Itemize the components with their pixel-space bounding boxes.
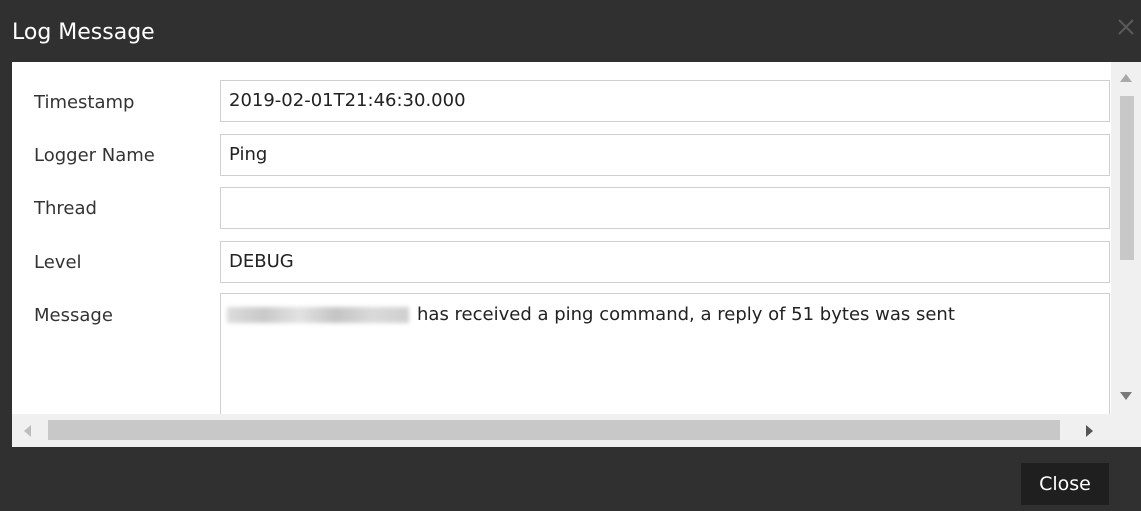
scrollbar-corner bbox=[1111, 414, 1141, 447]
scroll-down-arrow-icon[interactable] bbox=[1120, 392, 1132, 400]
timestamp-field[interactable]: 2019-02-01T21:46:30.000 bbox=[220, 80, 1110, 122]
message-label: Message bbox=[34, 305, 113, 326]
scroll-left-arrow-icon[interactable] bbox=[24, 425, 31, 437]
thread-label: Thread bbox=[34, 198, 97, 219]
redacted-host-name bbox=[227, 307, 409, 323]
logger-name-label: Logger Name bbox=[34, 145, 155, 166]
level-label: Level bbox=[34, 252, 82, 273]
dialog-content: Timestamp 2019-02-01T21:46:30.000 Logger… bbox=[12, 62, 1141, 447]
vertical-scroll-thumb[interactable] bbox=[1120, 96, 1134, 260]
timestamp-label: Timestamp bbox=[34, 92, 135, 113]
logger-name-field[interactable]: Ping bbox=[220, 134, 1110, 176]
level-field[interactable]: DEBUG bbox=[220, 241, 1110, 283]
close-button[interactable]: Close bbox=[1021, 463, 1109, 505]
horizontal-scroll-thumb[interactable] bbox=[48, 420, 1060, 440]
message-field[interactable]: has received a ping command, a reply of … bbox=[220, 293, 1110, 423]
scroll-right-arrow-icon[interactable] bbox=[1086, 425, 1093, 437]
thread-field[interactable] bbox=[220, 187, 1110, 229]
horizontal-scrollbar[interactable] bbox=[12, 414, 1111, 447]
scroll-up-arrow-icon[interactable] bbox=[1120, 74, 1132, 82]
message-text: has received a ping command, a reply of … bbox=[417, 304, 955, 325]
dialog-title-bar: Log Message bbox=[0, 0, 1141, 62]
vertical-scrollbar[interactable] bbox=[1111, 62, 1141, 414]
close-icon[interactable] bbox=[1115, 16, 1137, 38]
dialog-title: Log Message bbox=[12, 20, 155, 45]
log-message-dialog: Log Message Timestamp 2019-02-01T21:46:3… bbox=[0, 0, 1141, 511]
